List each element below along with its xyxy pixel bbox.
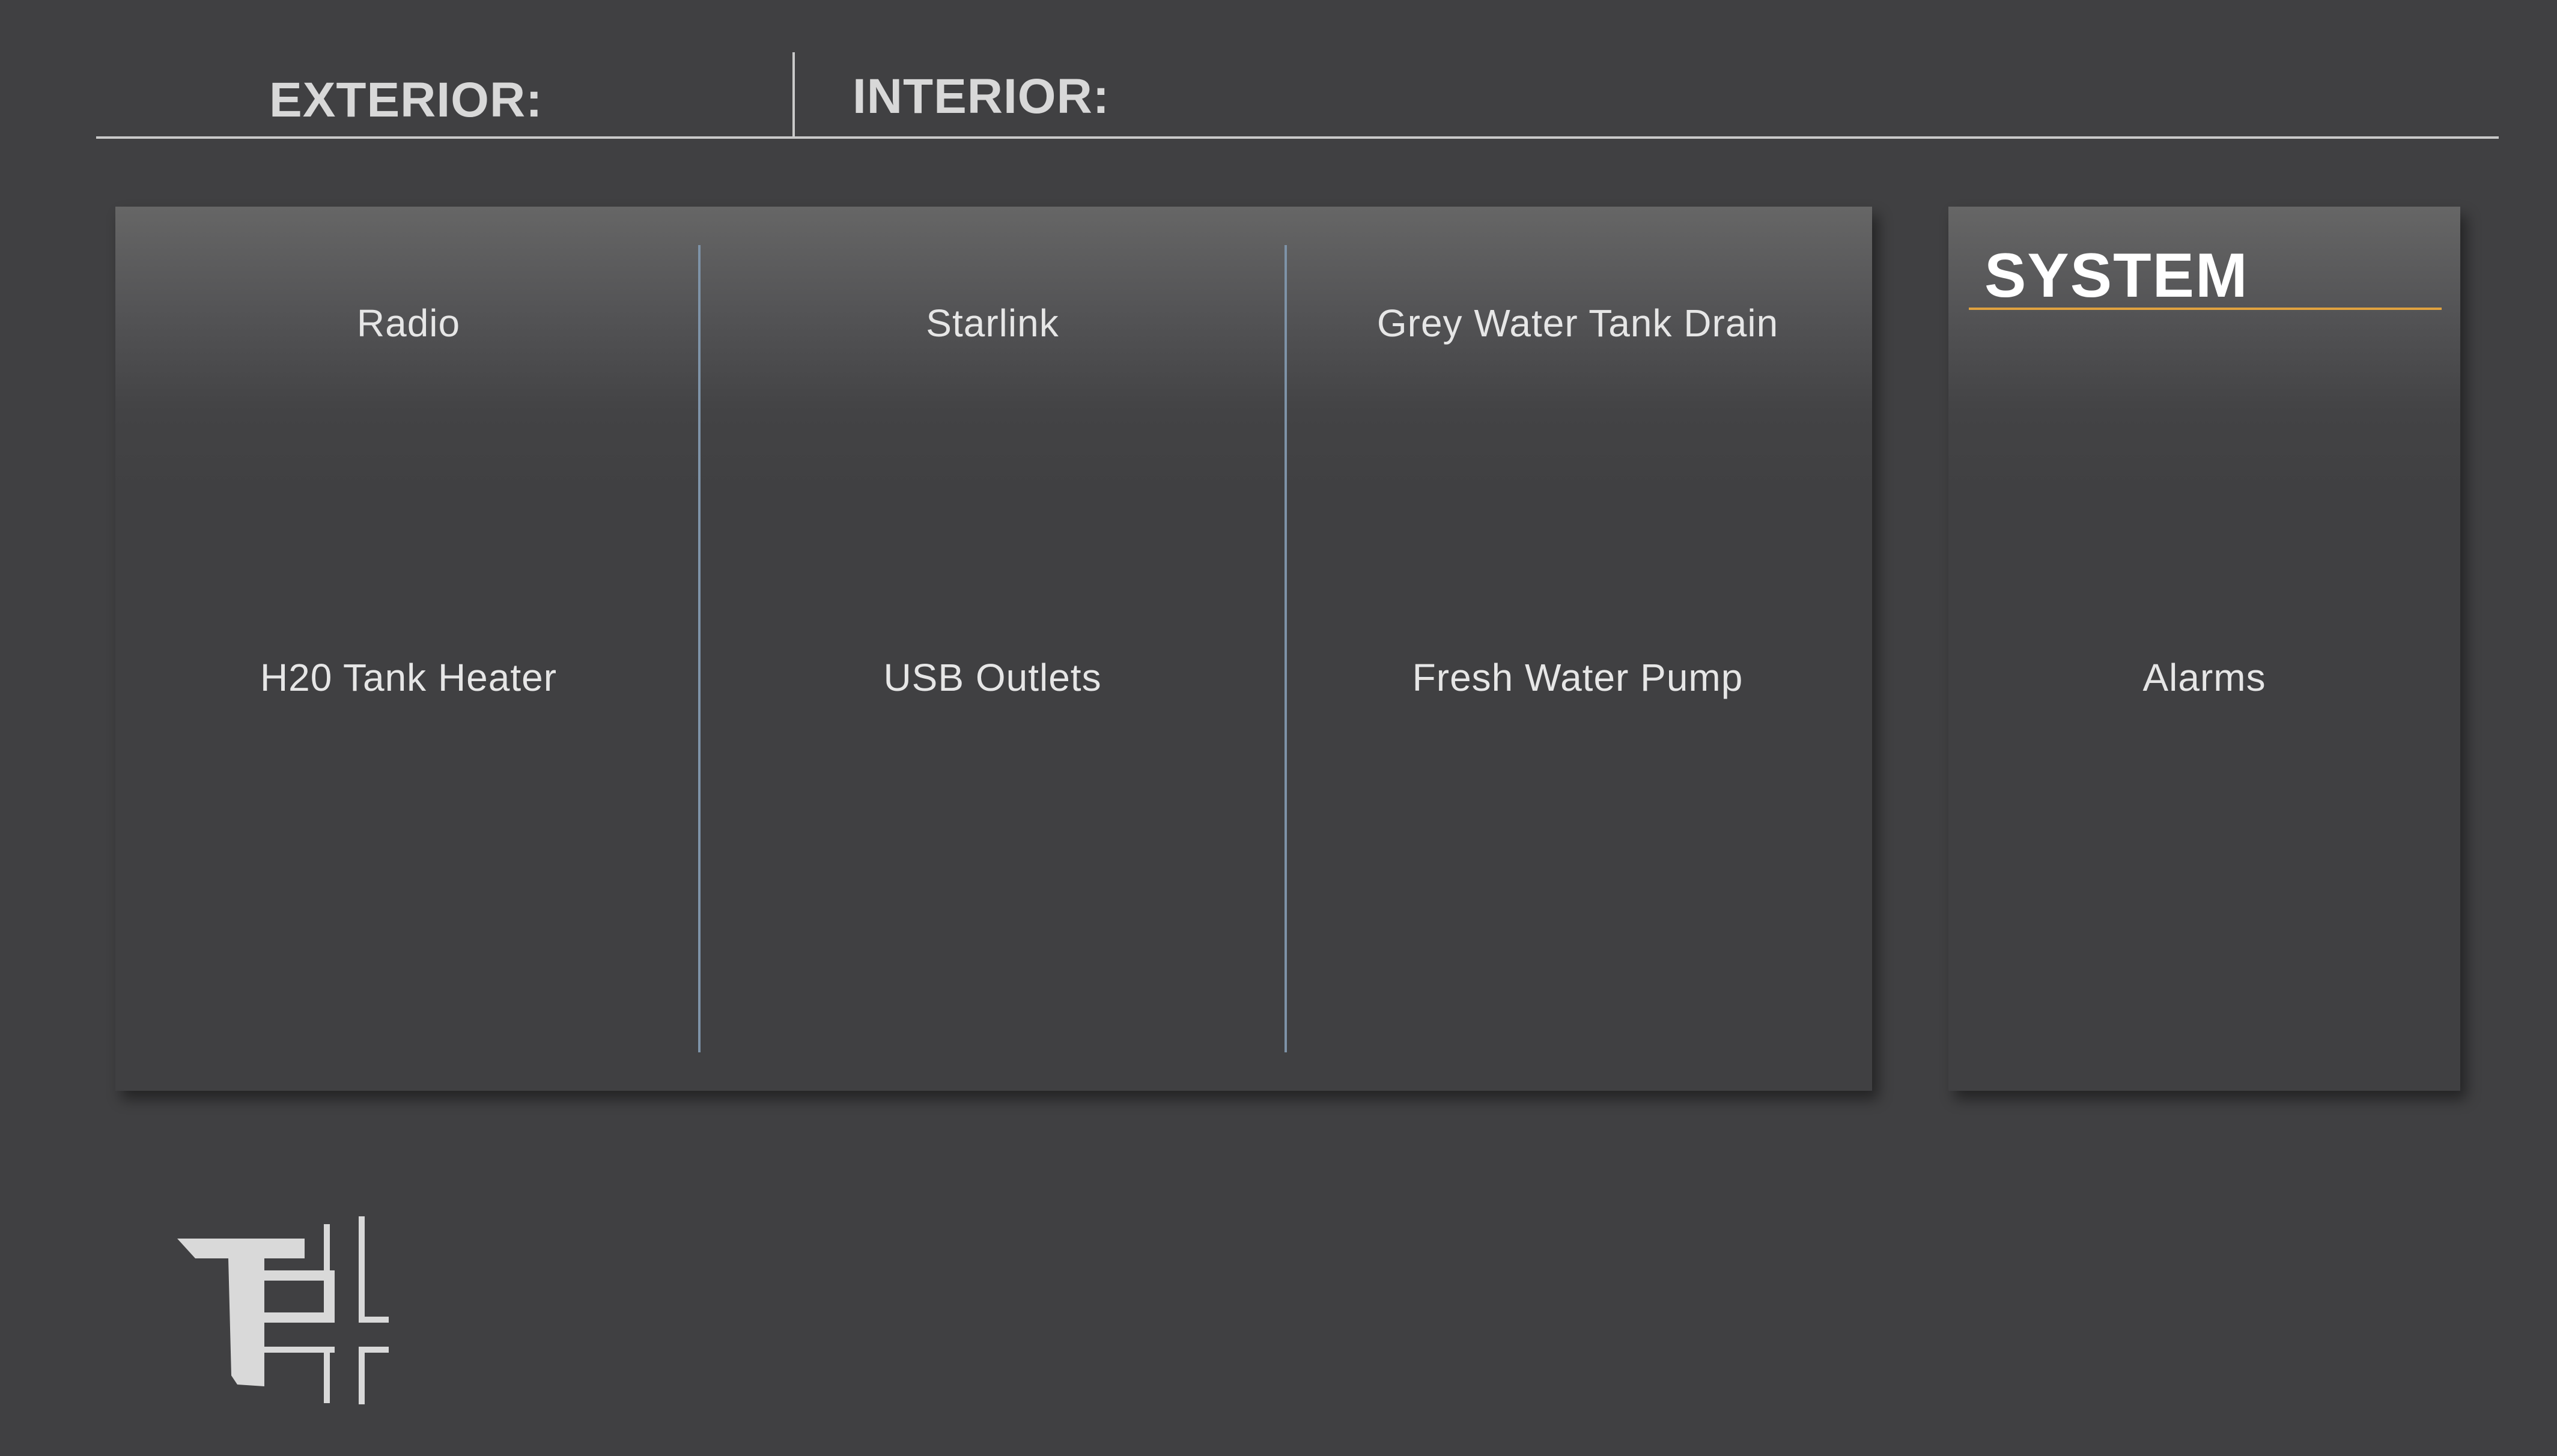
usb-outlets-button[interactable]: USB Outlets bbox=[699, 642, 1286, 714]
grey-water-tank-drain-button[interactable]: Grey Water Tank Drain bbox=[1285, 287, 1871, 359]
tab-exterior[interactable]: EXTERIOR: bbox=[269, 72, 543, 129]
brand-logo-icon bbox=[177, 1216, 389, 1404]
system-title-underline bbox=[1969, 308, 2442, 310]
radio-button[interactable]: Radio bbox=[115, 287, 702, 359]
h20-tank-heater-button[interactable]: H20 Tank Heater bbox=[115, 642, 702, 714]
starlink-button[interactable]: Starlink bbox=[699, 287, 1286, 359]
tab-bar-rule bbox=[96, 136, 2499, 139]
system-title: SYSTEM bbox=[1984, 241, 2249, 311]
tab-interior[interactable]: INTERIOR: bbox=[853, 68, 1110, 125]
alarms-button[interactable]: Alarms bbox=[1948, 642, 2460, 714]
app-screen: EXTERIOR: INTERIOR: Radio Starlink Grey … bbox=[0, 0, 2557, 1456]
fresh-water-pump-button[interactable]: Fresh Water Pump bbox=[1285, 642, 1871, 714]
controls-panel: Radio Starlink Grey Water Tank Drain H20… bbox=[115, 207, 1872, 1091]
system-panel: SYSTEM Alarms bbox=[1948, 207, 2460, 1091]
tab-bar-divider bbox=[792, 52, 795, 138]
